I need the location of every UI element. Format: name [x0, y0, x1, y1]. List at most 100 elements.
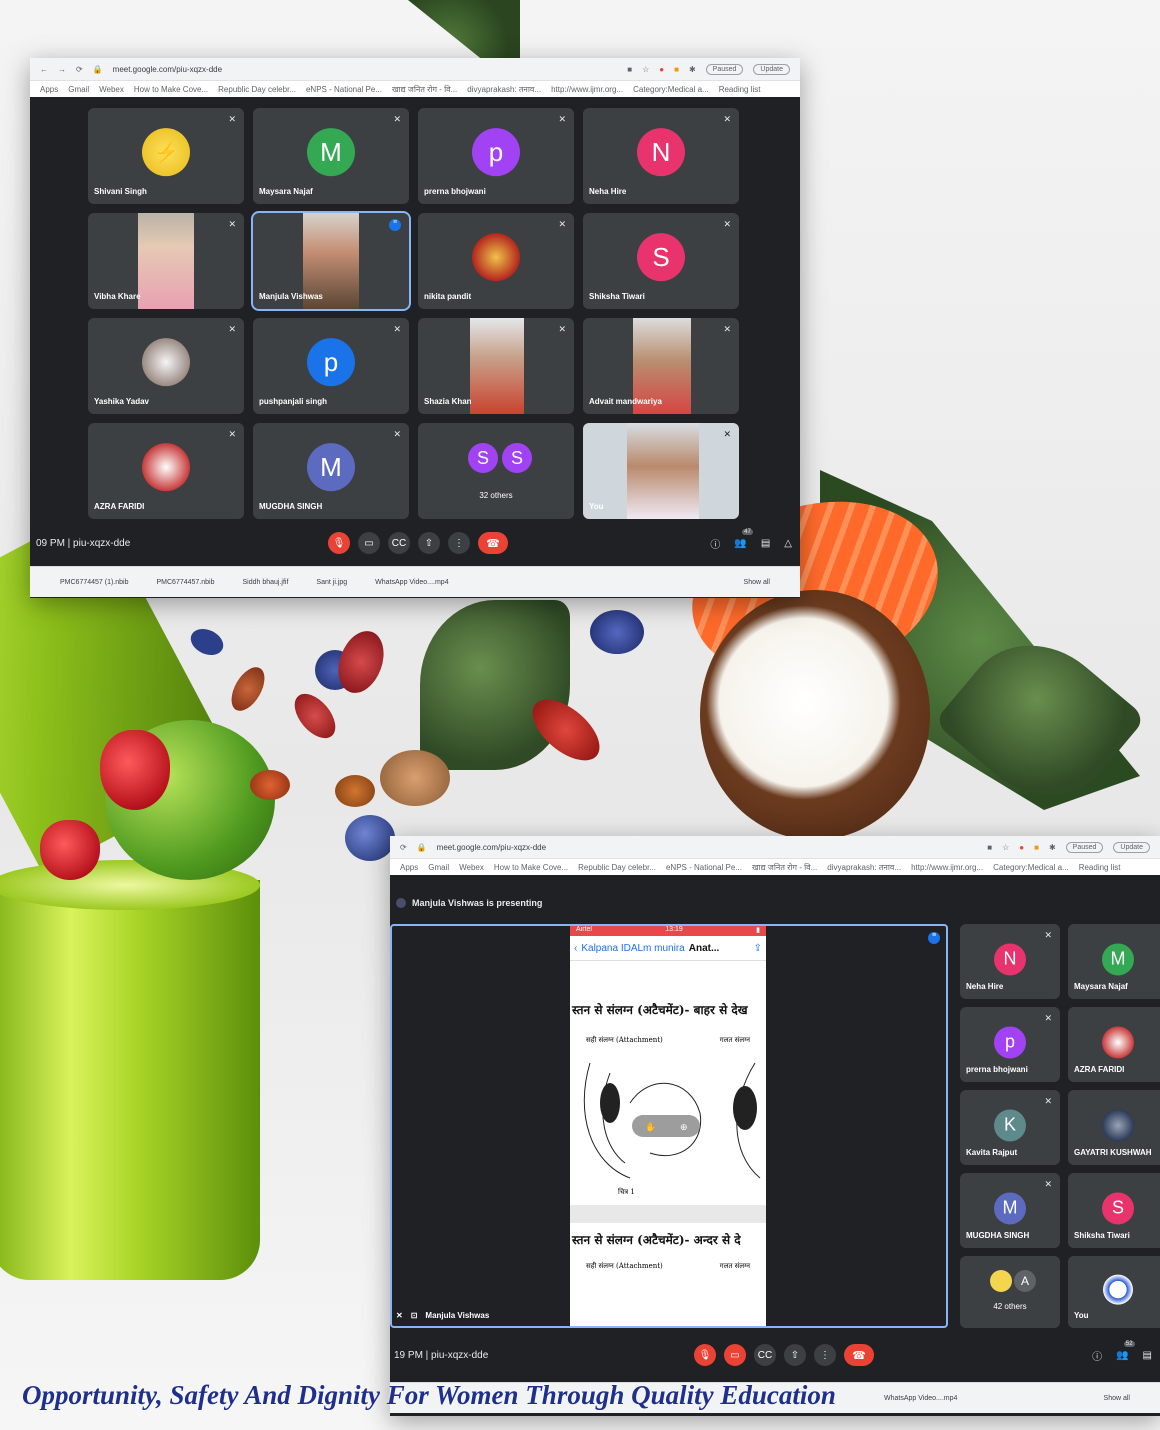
info-icon[interactable]: ⓘ	[1092, 1348, 1102, 1363]
participant-tile[interactable]: ✕ S Shiksha Tiwari	[583, 213, 739, 309]
bookmark-item[interactable]: Category:Medical a...	[993, 863, 1069, 872]
back-label[interactable]: Kalpana IDALm munira	[581, 943, 684, 954]
profile-button[interactable]: Paused	[1065, 841, 1104, 853]
update-button[interactable]: Update	[1113, 841, 1150, 853]
download-item[interactable]: PMC6774457.nbib	[157, 579, 215, 586]
show-all-link[interactable]: Show all	[1104, 1395, 1130, 1402]
bookmark-item[interactable]: http://www.ijmr.org...	[551, 85, 623, 94]
extension-icon[interactable]: ■	[674, 65, 679, 74]
present-button[interactable]: ⇧	[784, 1344, 806, 1366]
bookmark-item[interactable]: Apps	[400, 863, 418, 872]
bookmark-item[interactable]: Gmail	[68, 85, 89, 94]
participant-tile[interactable]: ✕ M MUGDHA SINGH	[960, 1173, 1060, 1248]
download-item[interactable]: PMC6774457 (1).nbib	[60, 579, 129, 586]
show-all-link[interactable]: Show all	[744, 579, 770, 586]
bookmark-item[interactable]: eNPS - National Pe...	[306, 85, 382, 94]
camera-toggle-button[interactable]: ▭	[724, 1344, 746, 1366]
puzzle-icon[interactable]: ✱	[1049, 843, 1056, 852]
captions-button[interactable]: CC	[388, 532, 410, 554]
activities-icon[interactable]: △	[784, 538, 792, 549]
address-bar[interactable]: meet.google.com/piu-xqzx-dde	[437, 843, 546, 852]
bookmark-item[interactable]: http://www.ijmr.org...	[911, 863, 983, 872]
bookmark-item[interactable]: Reading list	[719, 85, 761, 94]
participant-tile[interactable]: ✕ ⚡ Shivani Singh	[88, 108, 244, 204]
bookmark-item[interactable]: divyaprakash: तनाव...	[467, 84, 541, 95]
star-icon[interactable]: ☆	[1002, 843, 1009, 852]
bookmark-item[interactable]: Webex	[99, 85, 124, 94]
bookmark-item[interactable]: How to Make Cove...	[494, 863, 568, 872]
people-icon[interactable]: 👥 52	[1116, 1340, 1135, 1361]
present-button[interactable]: ⇧	[418, 532, 440, 554]
bookmark-item[interactable]: Reading list	[1079, 863, 1121, 872]
bookmark-item[interactable]: खाद्य जनित रोग - वि...	[752, 862, 817, 873]
profile-button[interactable]: Paused	[705, 63, 744, 75]
extension-icon[interactable]: ●	[659, 65, 664, 74]
participant-tile[interactable]: ✕ p pushpanjali singh	[253, 318, 409, 414]
participant-tile[interactable]: ✕ p prerna bhojwani	[960, 1007, 1060, 1082]
participant-tile[interactable]: ✕ K Kavita Rajput	[960, 1090, 1060, 1165]
extension-icon[interactable]: ●	[1019, 843, 1024, 852]
camera-icon[interactable]: ■	[987, 843, 992, 852]
bookmark-item[interactable]: eNPS - National Pe...	[666, 863, 742, 872]
camera-icon[interactable]: ■	[627, 65, 632, 74]
share-icon[interactable]: ⇪	[754, 943, 762, 954]
participant-tile[interactable]: GAYATRI KUSHWAH	[1068, 1090, 1160, 1165]
address-bar[interactable]: meet.google.com/piu-xqzx-dde	[113, 65, 222, 74]
chat-icon[interactable]: ▤	[1143, 1350, 1152, 1361]
bookmark-item[interactable]: Apps	[40, 85, 58, 94]
bookmark-item[interactable]: divyaprakash: तनाव...	[827, 862, 901, 873]
self-view-tile[interactable]: ✕ You	[583, 423, 739, 519]
end-call-button[interactable]: ☎	[844, 1344, 874, 1366]
participant-tile[interactable]: ✕ Vibha Khare	[88, 213, 244, 309]
bookmark-item[interactable]: Webex	[459, 863, 484, 872]
participant-tile[interactable]: S Shiksha Tiwari	[1068, 1173, 1160, 1248]
bookmark-item[interactable]: How to Make Cove...	[134, 85, 208, 94]
participant-tile[interactable]: ✕ N Neha Hire	[583, 108, 739, 204]
chat-icon[interactable]: ▤	[761, 538, 770, 549]
bookmark-item[interactable]: खाद्य जनित रोग - वि...	[392, 84, 457, 95]
participant-tile[interactable]: ✕ M Maysara Najaf	[253, 108, 409, 204]
update-button[interactable]: Update	[753, 63, 790, 75]
participant-tile[interactable]: A 42 others	[960, 1256, 1060, 1328]
forward-icon[interactable]: →	[58, 65, 66, 74]
download-item[interactable]: Sant ji.jpg	[316, 579, 347, 586]
download-item[interactable]: WhatsApp Video....mp4	[375, 579, 448, 586]
camera-toggle-button[interactable]: ▭	[358, 532, 380, 554]
star-icon[interactable]: ☆	[642, 65, 649, 74]
participant-tile[interactable]: ✕ N Neha Hire	[960, 924, 1060, 999]
people-icon[interactable]: 👥 47	[734, 528, 753, 549]
mic-toggle-button[interactable]: 🎙	[694, 1344, 716, 1366]
participant-tile[interactable]: ✕ M MUGDHA SINGH	[253, 423, 409, 519]
participant-tile[interactable]: S S 32 others	[418, 423, 574, 519]
participant-name: Advait mandwariya	[589, 397, 662, 406]
back-icon[interactable]: ←	[40, 65, 48, 74]
more-options-button[interactable]: ⋮	[448, 532, 470, 554]
bookmark-item[interactable]: Republic Day celebr...	[218, 85, 296, 94]
captions-button[interactable]: CC	[754, 1344, 776, 1366]
participant-tile[interactable]: ✕ AZRA FARIDI	[88, 423, 244, 519]
bookmark-item[interactable]: Republic Day celebr...	[578, 863, 656, 872]
reload-icon[interactable]: ⟳	[400, 843, 407, 852]
reload-icon[interactable]: ⟳	[76, 65, 83, 74]
download-item[interactable]: WhatsApp Video....mp4	[884, 1395, 957, 1402]
bookmark-item[interactable]: Gmail	[428, 863, 449, 872]
participant-name: AZRA FARIDI	[1074, 1065, 1125, 1074]
self-view-tile[interactable]: You	[1068, 1256, 1160, 1328]
info-icon[interactable]: ⓘ	[710, 536, 720, 551]
participant-tile[interactable]: M Maysara Najaf	[1068, 924, 1160, 999]
participant-tile[interactable]: ✕ nikita pandit	[418, 213, 574, 309]
end-call-button[interactable]: ☎	[478, 532, 508, 554]
participant-tile[interactable]: ✕ Yashika Yadav	[88, 318, 244, 414]
puzzle-icon[interactable]: ✱	[689, 65, 696, 74]
bookmark-item[interactable]: Category:Medical a...	[633, 85, 709, 94]
mic-toggle-button[interactable]: 🎙	[328, 532, 350, 554]
back-chevron-icon[interactable]: ‹	[574, 943, 577, 954]
participant-tile[interactable]: ✕ Advait mandwariya	[583, 318, 739, 414]
participant-tile[interactable]: ≡ Manjula Vishwas	[251, 211, 411, 311]
participant-tile[interactable]: ✕ p prerna bhojwani	[418, 108, 574, 204]
extension-icon[interactable]: ■	[1034, 843, 1039, 852]
participant-tile[interactable]: ✕ Shazia Khan	[418, 318, 574, 414]
more-options-button[interactable]: ⋮	[814, 1344, 836, 1366]
participant-tile[interactable]: AZRA FARIDI	[1068, 1007, 1160, 1082]
download-item[interactable]: Siddh bhauj.jfif	[243, 579, 289, 586]
